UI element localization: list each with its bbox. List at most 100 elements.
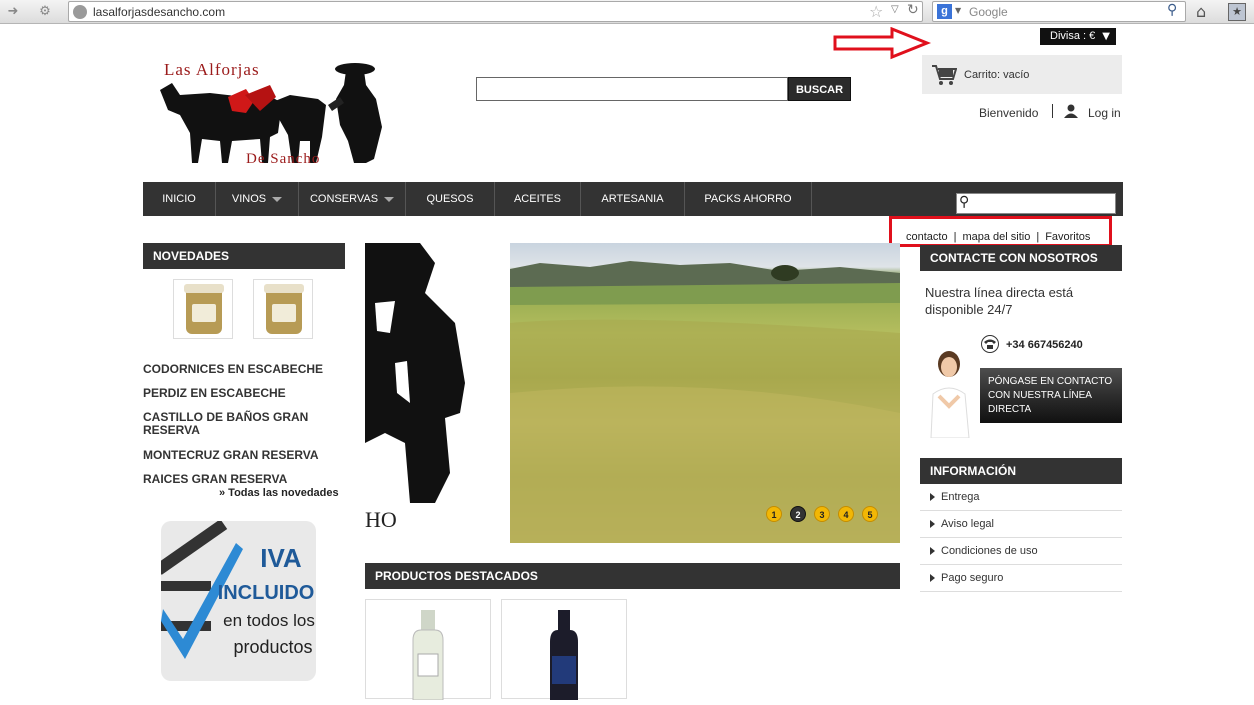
slider-dot[interactable]: 2: [790, 506, 806, 522]
cart-status: Carrito: vacío: [964, 69, 1030, 81]
currency-label: Divisa : €: [1050, 30, 1096, 42]
address-bar[interactable]: lasalforjasdesancho.com ☆ ▽ ↻: [68, 1, 923, 22]
arrow-right-icon: [930, 493, 935, 502]
browser-search-box[interactable]: g ▼ Google ⚲: [932, 1, 1186, 22]
search-engine-placeholder: Google: [969, 5, 1008, 19]
jar-label: [272, 304, 296, 322]
nav-item-quesos[interactable]: QUESOS: [406, 182, 495, 216]
jar-lid: [264, 284, 304, 293]
iva-text: en todos los: [223, 611, 315, 630]
nav-label: VINOS: [231, 193, 267, 205]
slide-caption: HO: [365, 507, 397, 532]
novedad-link[interactable]: MONTECRUZ GRAN RESERVA: [143, 449, 343, 462]
all-novedades-link[interactable]: » Todas las novedades: [219, 487, 339, 499]
product-thumbnail[interactable]: [173, 279, 233, 339]
featured-title: PRODUCTOS DESTACADOS: [365, 563, 900, 589]
nav-label: CONSERVAS: [309, 193, 379, 205]
user-icon: [1064, 104, 1078, 118]
iva-text: INCLUIDO: [218, 582, 315, 604]
slider-dot[interactable]: 3: [814, 506, 830, 522]
site-logo[interactable]: Las Alforjas De Sancho: [150, 55, 400, 170]
arrow-right-icon: [930, 547, 935, 556]
cart-icon: [932, 65, 957, 85]
slider-dot[interactable]: 5: [862, 506, 878, 522]
logo-text-bottom: De Sancho: [246, 151, 320, 167]
back-icon[interactable]: ➜: [4, 3, 22, 21]
slider-dot[interactable]: 4: [838, 506, 854, 522]
novedad-link[interactable]: RAICES GRAN RESERVA: [143, 473, 343, 486]
featured-product[interactable]: [365, 599, 491, 701]
reload-icon[interactable]: ↻: [907, 2, 919, 18]
header-links: contacto | mapa del sitio | Favoritos: [906, 231, 1090, 243]
url-text: lasalforjasdesancho.com: [93, 5, 226, 19]
dropdown-icon[interactable]: ▽: [891, 4, 899, 15]
contact-title: CONTACTE CON NOSOTROS: [920, 245, 1122, 271]
nav-label: ARTESANIA: [601, 193, 664, 205]
favorites-link[interactable]: Favoritos: [1045, 231, 1090, 243]
nav-search-input[interactable]: ⚲: [956, 193, 1116, 214]
search-input[interactable]: [476, 77, 788, 101]
home-icon[interactable]: ⌂: [1196, 2, 1206, 21]
logo-text-top: Las Alforjas: [164, 60, 260, 79]
currency-selector[interactable]: Divisa : € ▼: [1040, 28, 1116, 45]
contact-hotline-button[interactable]: PÓNGASE EN CONTACTO CON NUESTRA LÍNEA DI…: [980, 368, 1122, 423]
info-link-entrega[interactable]: Entrega: [920, 484, 1122, 511]
divider: [1052, 104, 1053, 118]
info-label: Pago seguro: [941, 572, 1004, 584]
chevron-down-icon: [384, 196, 395, 202]
iva-text: productos: [233, 637, 312, 657]
chevron-down-icon: ▼: [1102, 31, 1110, 42]
nav-item-vinos[interactable]: VINOS: [216, 182, 299, 216]
wine-bottle-image: [412, 610, 444, 701]
nav-item-aceites[interactable]: ACEITES: [495, 182, 581, 216]
info-label: Condiciones de uso: [941, 545, 1038, 557]
search-icon[interactable]: ⚲: [959, 194, 969, 210]
novedad-link[interactable]: PERDIZ EN ESCABECHE: [143, 387, 343, 400]
info-label: Entrega: [941, 491, 980, 503]
browser-toolbar: ➜ ⚙ lasalforjasdesancho.com ☆ ▽ ↻ g ▼ Go…: [0, 0, 1254, 24]
novedad-link[interactable]: CASTILLO DE BAÑOS GRAN RESERVA: [143, 411, 313, 437]
jar-lid: [184, 284, 224, 293]
nav-item-conservas[interactable]: CONSERVAS: [299, 182, 406, 216]
support-agent-image: [930, 351, 970, 438]
info-link-condiciones[interactable]: Condiciones de uso: [920, 538, 1122, 565]
cart-block[interactable]: Carrito: vacío: [922, 55, 1122, 94]
star-icon[interactable]: ☆: [869, 2, 883, 21]
nav-item-inicio[interactable]: INICIO: [143, 182, 216, 216]
jar-label: [192, 304, 216, 322]
globe-icon: [73, 5, 87, 19]
search-icon[interactable]: ⚲: [1167, 2, 1177, 18]
bookmarks-icon[interactable]: ★: [1228, 3, 1246, 21]
nav-label: QUESOS: [426, 193, 474, 205]
nav-label: ACEITES: [513, 193, 562, 205]
info-link-pago-seguro[interactable]: Pago seguro: [920, 565, 1122, 592]
info-label: Aviso legal: [941, 518, 994, 530]
chevron-down-icon[interactable]: ▼: [955, 6, 961, 15]
novedades-title: NOVEDADES: [143, 243, 345, 269]
info-link-aviso-legal[interactable]: Aviso legal: [920, 511, 1122, 538]
nav-item-packs-ahorro[interactable]: PACKS AHORRO: [685, 182, 812, 216]
product-thumbnail[interactable]: [253, 279, 313, 339]
info-title: INFORMACIÓN: [920, 458, 1122, 484]
image-slider[interactable]: HO: [365, 243, 900, 543]
welcome-text: Bienvenido: [979, 106, 1039, 120]
contact-link[interactable]: contacto: [906, 231, 948, 243]
phone-icon: [981, 335, 999, 353]
slide-photo: [510, 243, 900, 543]
annotation-arrow-icon: [833, 27, 932, 60]
wine-bottle-image: [550, 610, 578, 700]
link-separator: |: [953, 231, 957, 243]
hotline-text: Nuestra línea directa está disponible 24…: [925, 285, 1074, 317]
search-button[interactable]: BUSCAR: [788, 77, 851, 101]
slider-dot[interactable]: 1: [766, 506, 782, 522]
phone-number: +34 667456240: [1006, 339, 1083, 351]
iva-text: IVA: [260, 543, 302, 573]
tools-icon[interactable]: ⚙: [36, 3, 54, 21]
featured-product[interactable]: [501, 599, 627, 700]
sitemap-link[interactable]: mapa del sitio: [962, 231, 1030, 243]
novedad-link[interactable]: CODORNICES EN ESCABECHE: [143, 363, 343, 376]
link-separator: |: [1036, 231, 1040, 243]
nav-label: PACKS AHORRO: [704, 193, 792, 205]
nav-item-artesania[interactable]: ARTESANIA: [581, 182, 685, 216]
login-link[interactable]: Log in: [1088, 106, 1121, 120]
